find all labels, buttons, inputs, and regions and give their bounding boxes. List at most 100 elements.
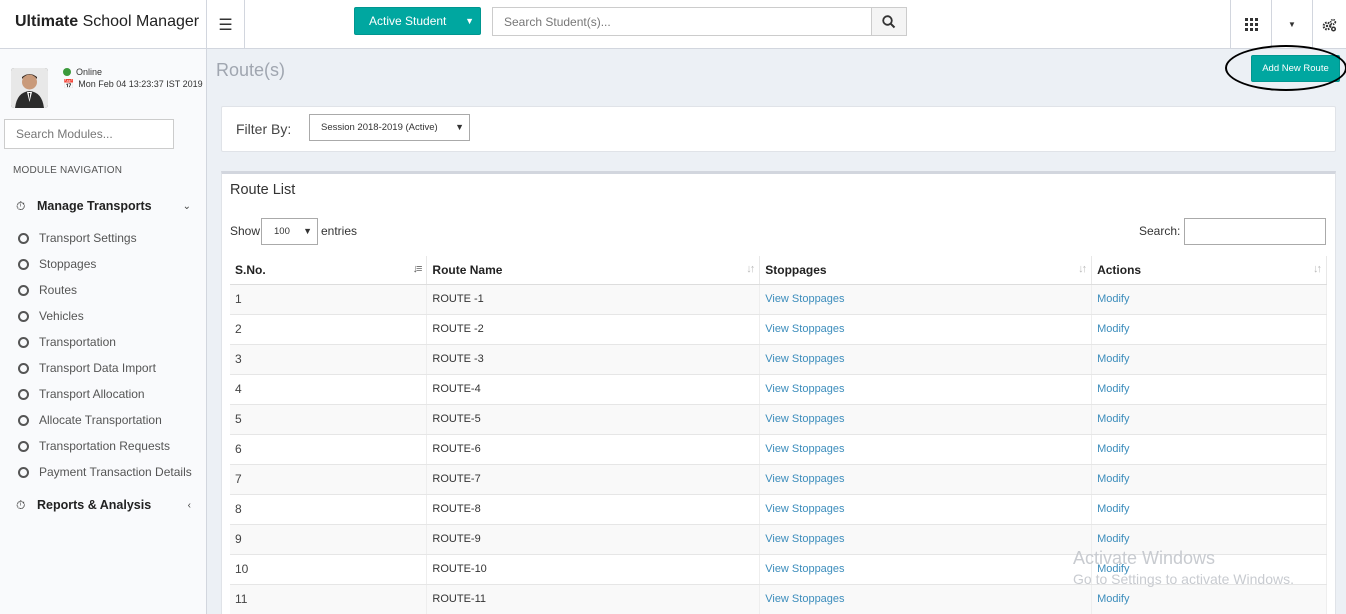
hamburger-icon: ☰ <box>218 16 233 34</box>
calendar-icon: 📅 <box>63 79 75 89</box>
sidebar-item-transport-data-import[interactable]: Transport Data Import <box>0 356 207 380</box>
modify-link[interactable]: Modify <box>1097 443 1129 455</box>
sidebar-item-payment-transaction-details[interactable]: Payment Transaction Details <box>0 460 207 484</box>
modify-link[interactable]: Modify <box>1097 353 1129 365</box>
cell-stoppages: View Stoppages <box>759 314 1093 345</box>
cell-actions: Modify <box>1091 374 1327 405</box>
view-stoppages-link[interactable]: View Stoppages <box>765 593 844 605</box>
online-status: Online <box>63 67 102 77</box>
nav-group-label: Manage Transports <box>37 199 152 213</box>
sidebar-item-label: Transportation <box>39 335 116 349</box>
column-header-sno[interactable]: S.No. ↓≡ <box>230 256 428 285</box>
column-header-label: S.No. <box>235 262 266 277</box>
sidebar-item-label: Transport Settings <box>39 231 137 245</box>
view-stoppages-link[interactable]: View Stoppages <box>765 323 844 335</box>
modify-link[interactable]: Modify <box>1097 323 1129 335</box>
search-button[interactable] <box>871 7 907 36</box>
modify-link[interactable]: Modify <box>1097 473 1129 485</box>
cell-stoppages: View Stoppages <box>759 584 1093 614</box>
nav-group-manage-transports[interactable]: ⏱ Manage Transports ⌄ <box>0 191 207 221</box>
view-stoppages-link[interactable]: View Stoppages <box>765 473 844 485</box>
avatar <box>11 68 48 108</box>
top-header: Ultimate School Manager ☰ Active Student… <box>0 0 1346 49</box>
online-dot-icon <box>63 68 71 76</box>
view-stoppages-link[interactable]: View Stoppages <box>765 503 844 515</box>
view-stoppages-link[interactable]: View Stoppages <box>765 413 844 425</box>
cell-route-name: ROUTE-11 <box>426 584 761 614</box>
view-stoppages-link[interactable]: View Stoppages <box>765 563 844 575</box>
route-list-title: Route List <box>230 182 296 198</box>
cell-stoppages: View Stoppages <box>759 404 1093 435</box>
view-stoppages-link[interactable]: View Stoppages <box>765 443 844 455</box>
cell-actions: Modify <box>1091 404 1327 435</box>
modify-link[interactable]: Modify <box>1097 413 1129 425</box>
sidebar-item-routes[interactable]: Routes <box>0 278 207 302</box>
sidebar-item-stoppages[interactable]: Stoppages <box>0 252 207 276</box>
circle-icon <box>18 232 29 244</box>
column-header-actions[interactable]: Actions ↓↑ <box>1091 256 1327 285</box>
modify-link[interactable]: Modify <box>1097 383 1129 395</box>
search-modules-input[interactable] <box>4 119 174 149</box>
cell-sno: 10 <box>230 554 428 585</box>
view-stoppages-link[interactable]: View Stoppages <box>765 533 844 545</box>
view-stoppages-link[interactable]: View Stoppages <box>765 353 844 365</box>
settings-button[interactable] <box>1312 0 1346 49</box>
session-select[interactable]: Session 2018-2019 (Active) ▼ <box>309 114 470 141</box>
user-menu-dropdown[interactable]: ▼ <box>1271 0 1312 49</box>
sidebar-item-vehicles[interactable]: Vehicles <box>0 304 207 328</box>
entries-select[interactable]: 100 ▼ <box>261 218 318 245</box>
cell-route-name: ROUTE -2 <box>426 314 761 345</box>
watermark-line-1: Activate Windows <box>1073 548 1216 568</box>
cell-actions: Modify <box>1091 494 1327 525</box>
add-new-route-button[interactable]: Add New Route <box>1251 55 1340 82</box>
cell-route-name: ROUTE-10 <box>426 554 761 585</box>
table-search-label: Search: <box>1139 224 1181 238</box>
cell-route-name: ROUTE-7 <box>426 464 761 495</box>
cell-sno: 4 <box>230 374 428 405</box>
apps-grid-button[interactable] <box>1230 0 1271 49</box>
cell-sno: 8 <box>230 494 428 525</box>
sidebar-item-transport-allocation[interactable]: Transport Allocation <box>0 382 207 406</box>
cell-stoppages: View Stoppages <box>759 554 1093 585</box>
column-header-stoppages[interactable]: Stoppages ↓↑ <box>759 256 1093 285</box>
column-header-route-name[interactable]: Route Name ↓↑ <box>426 256 761 285</box>
menu-toggle-button[interactable]: ☰ <box>207 0 245 49</box>
sidebar-item-label: Payment Transaction Details <box>39 465 192 479</box>
app-logo[interactable]: Ultimate School Manager <box>0 0 207 49</box>
modify-link[interactable]: Modify <box>1097 293 1129 305</box>
sort-asc-icon: ↓≡ <box>412 263 422 275</box>
active-student-button[interactable]: Active Student ▼ <box>354 7 481 35</box>
sidebar-item-label: Stoppages <box>39 257 97 271</box>
table-search-input[interactable] <box>1184 218 1326 245</box>
cell-stoppages: View Stoppages <box>759 434 1093 465</box>
view-stoppages-link[interactable]: View Stoppages <box>765 383 844 395</box>
cell-stoppages: View Stoppages <box>759 464 1093 495</box>
watermark-line-2: Go to Settings to activate Windows. <box>1073 571 1294 587</box>
search-student-input[interactable] <box>492 7 872 36</box>
sidebar-item-label: Transport Data Import <box>39 361 156 375</box>
column-header-label: Actions <box>1097 262 1142 277</box>
entries-label: entries <box>321 224 358 238</box>
sidebar-item-allocate-transportation[interactable]: Allocate Transportation <box>0 408 207 432</box>
sort-icon: ↓↑ <box>1078 263 1087 275</box>
nav-group-reports-analysis[interactable]: ⏱ Reports & Analysis ‹ <box>0 490 207 520</box>
cell-actions: Modify <box>1091 314 1327 345</box>
sort-icon: ↓↑ <box>746 263 755 275</box>
cell-sno: 3 <box>230 344 428 375</box>
sidebar: Online 📅Mon Feb 04 13:23:37 IST 2019 MOD… <box>0 49 207 614</box>
modify-link[interactable]: Modify <box>1097 593 1129 605</box>
modify-link[interactable]: Modify <box>1097 503 1129 515</box>
active-student-label: Active Student <box>369 14 447 28</box>
view-stoppages-link[interactable]: View Stoppages <box>765 293 844 305</box>
table-row: 3 ROUTE -3 View Stoppages Modify <box>230 344 1327 375</box>
circle-icon <box>18 362 29 374</box>
table-row: 7 ROUTE-7 View Stoppages Modify <box>230 464 1327 495</box>
sidebar-item-label: Transportation Requests <box>39 439 170 453</box>
dashboard-icon: ⏱ <box>16 198 26 213</box>
gears-icon <box>1322 18 1337 32</box>
sidebar-item-transport-settings[interactable]: Transport Settings <box>0 226 207 250</box>
modify-link[interactable]: Modify <box>1097 533 1129 545</box>
sidebar-item-transportation[interactable]: Transportation <box>0 330 207 354</box>
status-text: Online <box>76 67 103 77</box>
sidebar-item-transportation-requests[interactable]: Transportation Requests <box>0 434 207 458</box>
